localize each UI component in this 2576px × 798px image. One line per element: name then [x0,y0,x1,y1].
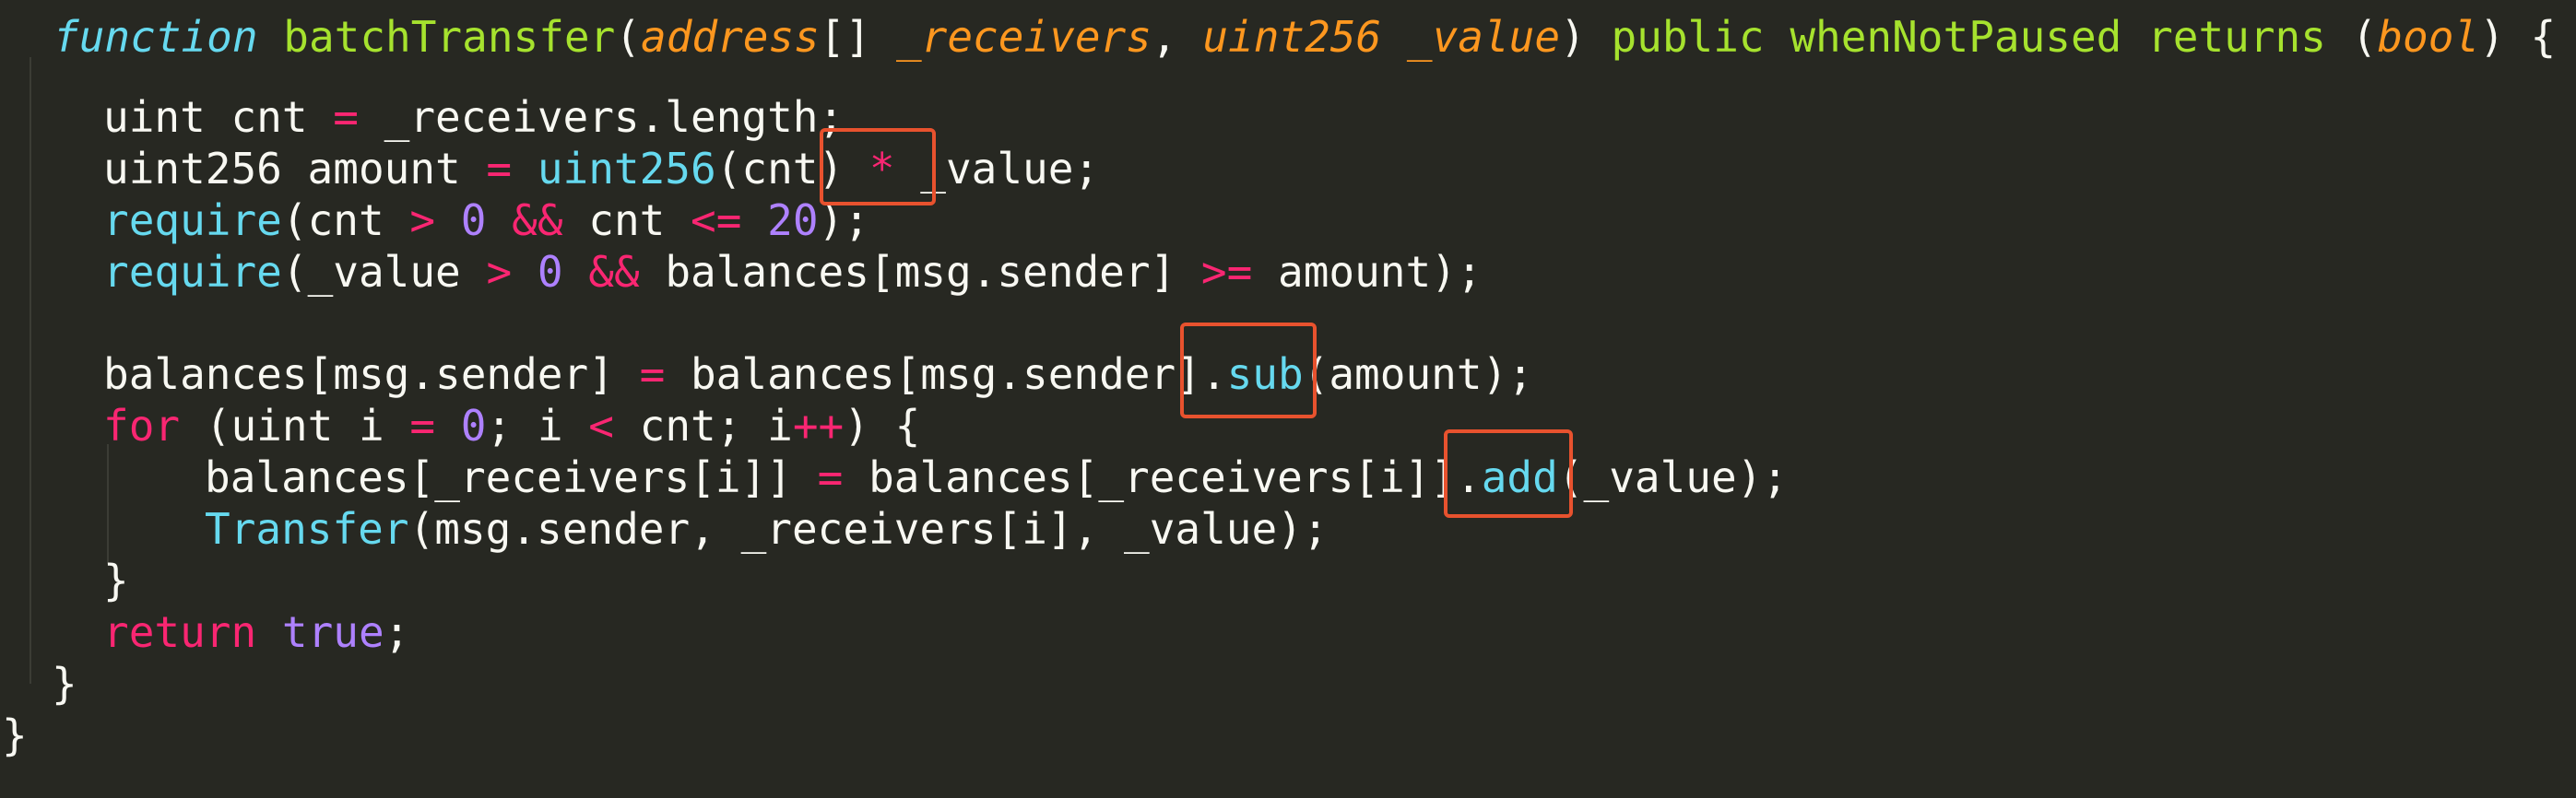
code-token: public [1611,12,1765,62]
code-token: >= [1200,247,1253,297]
code-token: return [103,607,257,657]
code-token: returns [2147,12,2326,62]
code-token: > [409,195,436,245]
code-token: cnt; i [613,401,793,451]
code-token: = [333,92,359,142]
code-token: ) { [844,401,921,451]
code-token: } [52,659,77,709]
code-token: <= [691,195,742,245]
code-token: ) { [2479,12,2557,62]
code-token: _receivers [895,12,1152,62]
code-token: > [486,247,513,297]
code-token: } [2,710,28,760]
code-token: ++ [792,401,845,451]
indent-guide [30,57,31,684]
code-token: balances[msg.sender] [103,349,640,399]
code-token: [] [819,12,896,62]
code-token: = [817,452,844,502]
code-token: _value [1406,12,1561,62]
code-line-10: Transfer(msg.sender, _receivers[i], _val… [205,503,1329,555]
code-line-1: function batchTransfer(address[] _receiv… [53,11,2556,63]
code-token: = [639,349,666,399]
code-token: for [103,401,181,451]
code-line-7: balances[msg.sender] = balances[msg.send… [103,348,1533,400]
code-token: (_value); [1557,452,1789,502]
code-token: amount); [1252,247,1483,297]
code-token: balances[msg.sender] [639,247,1201,297]
code-token: balances[_receivers[i]] [205,452,818,502]
code-token: 20 [767,195,819,245]
code-token: require [103,247,282,297]
code-line-2: uint cnt = _receivers.length; [103,91,844,143]
code-token: (amount); [1303,349,1533,399]
code-line-11: } [103,555,129,606]
code-line-8: for (uint i = 0; i < cnt; i++) { [103,400,920,452]
code-token: } [103,556,129,605]
code-token: true [281,607,384,657]
code-token: = [486,144,513,194]
highlight-sub-call [1180,323,1317,418]
code-line-13: } [52,658,77,710]
code-token: bool [2377,12,2480,62]
code-token: uint256 [1202,12,1382,62]
code-token: whenNotPaused [1790,12,2122,62]
code-token: require [103,195,282,245]
code-line-3: uint256 amount = uint256(cnt) * _value; [103,143,1099,194]
code-token: ; i [486,401,589,451]
code-line-12: return true; [103,606,409,658]
code-token: address [641,12,820,62]
code-editor[interactable]: function batchTransfer(address[] _receiv… [0,0,2576,798]
code-token: batchTransfer [283,12,616,62]
code-token: uint256 amount [103,144,487,194]
code-token: _receivers.length; [358,92,845,142]
code-line-5: require(_value > 0 && balances[msg.sende… [103,246,1483,298]
code-token: uint cnt [103,92,334,142]
code-token: ( [2325,12,2378,62]
highlight-multiply-operator [820,128,936,205]
code-token: 0 [460,401,487,451]
code-token: ; [384,607,410,657]
highlight-add-call [1444,429,1573,518]
code-line-4: require(cnt > 0 && cnt <= 20); [103,194,869,246]
code-token: && [512,195,563,245]
code-token: 0 [460,195,487,245]
code-token: (cnt [281,195,410,245]
code-token: , [1151,12,1203,62]
code-token: < [588,401,614,451]
indent-guide [107,444,109,564]
code-token: = [409,401,436,451]
code-token: ) [1560,12,1612,62]
code-token: (uint i [180,401,410,451]
code-token: (_value [281,247,487,297]
code-token: balances[msg.sender]. [665,349,1227,399]
code-line-14: } [2,710,28,761]
code-token: function [53,12,258,62]
code-token: ( [615,12,641,62]
code-token: cnt [562,195,691,245]
code-token: (msg.sender, _receivers[i], _value); [408,504,1329,554]
code-token: balances[_receivers[i]]. [843,452,1482,502]
code-token: && [588,247,640,297]
code-token: uint256 [537,144,716,194]
code-token: 0 [537,247,563,297]
code-token: Transfer [205,504,409,554]
